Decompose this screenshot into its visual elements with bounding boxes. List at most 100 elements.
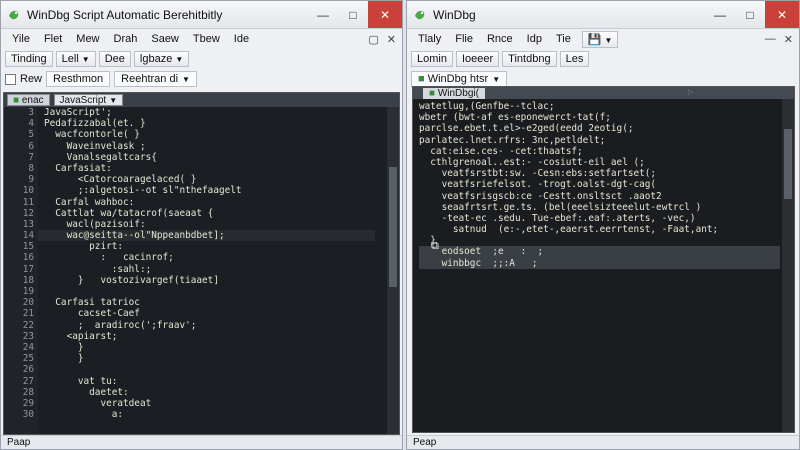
toolbar-button-tinding[interactable]: Tinding [5, 51, 53, 67]
title-bar[interactable]: WinDbg — □ ✕ [407, 1, 799, 29]
code-line[interactable]: vat tu: [44, 376, 387, 387]
toolbar-button-dee[interactable]: Dee [98, 51, 131, 67]
scrollbar-thumb[interactable] [784, 129, 792, 199]
tab-reehtran[interactable]: Reehtran di ▼ [114, 71, 197, 87]
checkbox-label: Rew [20, 73, 43, 85]
menu-close-icon[interactable]: ✕ [784, 33, 793, 46]
maximize-button[interactable]: □ [338, 1, 368, 28]
vertical-scrollbar[interactable] [782, 99, 794, 432]
code-editor[interactable]: ■ enac JavaScript ▼ 3 4 5 6 7 8 9 10 11 12 13 14 15 16… [3, 92, 400, 435]
toolbar-button-lomin[interactable]: Lomin [411, 51, 453, 67]
menu-edit[interactable]: Flie [448, 33, 480, 45]
toolbar-button-lell[interactable]: Lell ▼ [55, 51, 96, 67]
code-line[interactable]: JavaScript'; [44, 107, 387, 118]
code-line[interactable]: Carfal wahboc: [44, 197, 387, 208]
code-line[interactable]: a: [44, 409, 387, 420]
maximize-button[interactable]: □ [735, 1, 765, 28]
output-line[interactable]: veatfsrisgscb:ce -Cestt.onsltsct .aaot2 [419, 191, 780, 202]
code-line[interactable]: Carfasiat: [44, 163, 387, 174]
code-line[interactable]: : cacinrof; [44, 252, 387, 263]
output-line[interactable]: parclse.ebet.t.el>-e2ged(eedd 2eotig(; [419, 123, 780, 134]
code-line[interactable]: :sahl:; [44, 264, 387, 275]
menu-bar: Tlaly Flie Rnce Idp Tie 💾 ▼ — ✕ [407, 29, 799, 49]
checkbox[interactable] [5, 73, 16, 85]
chevron-down-icon: ▼ [492, 75, 501, 84]
output-line[interactable]: seaafrtsrt.ge.ts. (bel(eeelsizteeelut-ew… [419, 202, 780, 213]
output-line[interactable]: cthlgrenoal..est:- -cosiutt-eil ael (; [419, 157, 780, 168]
chevron-down-icon: ▼ [175, 55, 184, 64]
command-tab[interactable]: ■ WinDbgi( [423, 87, 485, 99]
title-bar[interactable]: WinDbg Script Automatic Berehitbitly — □… [1, 1, 402, 29]
vertical-scrollbar[interactable] [387, 107, 399, 434]
menu-file[interactable]: Yile [5, 33, 37, 45]
code-line[interactable]: wac@seitta--ol"Nppeanbdbet]; [44, 230, 387, 241]
menu-view[interactable]: Rnce [480, 33, 520, 45]
tab-resthmon[interactable]: Resthmon [46, 71, 111, 87]
code-line[interactable] [44, 364, 387, 375]
code-line[interactable] [44, 286, 387, 297]
code-line[interactable]: wacfcontorle( } [44, 129, 387, 140]
code-line[interactable]: } vostozivargef(tiaaet] [44, 275, 387, 286]
code-line[interactable]: cacset-Caef [44, 308, 387, 319]
scrollbar-thumb[interactable] [389, 167, 397, 287]
output-line[interactable]: winbbgc ;;:A ; [419, 257, 780, 269]
editor-tab-enac[interactable]: ■ enac [7, 94, 50, 106]
menu-tools[interactable]: Tbew [186, 33, 227, 45]
code-line[interactable]: wacl(pazisoif: [44, 219, 387, 230]
code-line[interactable]: } [44, 353, 387, 364]
menu-close-icon[interactable]: ✕ [387, 33, 396, 46]
code-area[interactable]: 3 4 5 6 7 8 9 10 11 12 13 14 15 16 17 18 19 20 21 22 23 24 25 2… [4, 107, 387, 434]
code-line[interactable]: Waveinvelask ; [44, 141, 387, 152]
code-line[interactable]: veratdeat [44, 398, 387, 409]
minimize-button[interactable]: — [308, 1, 338, 28]
output-line[interactable]: wbetr (bwt-af es-eponewerct-tat(f; [419, 112, 780, 123]
menu-search[interactable]: Saew [144, 33, 186, 45]
code-line[interactable]: ; aradiroc(';fraav'; [44, 320, 387, 331]
menu-edit[interactable]: Flet [37, 33, 69, 45]
menu-debug[interactable]: Drah [107, 33, 145, 45]
output-line[interactable]: satnud (e:-,etet-,eaerst.eerrtenst, -Faa… [419, 224, 780, 235]
code-line[interactable]: } [44, 342, 387, 353]
close-button[interactable]: ✕ [368, 1, 402, 28]
output-line[interactable]: parlatec.lnet.rfrs: 3nc,petldelt; [419, 135, 780, 146]
menu-ide[interactable]: Ide [227, 33, 256, 45]
code-lines[interactable]: JavaScript'; Pedafizzabal(et. } wacfconto… [44, 107, 387, 434]
line-number: 27 [22, 375, 34, 387]
minimize-button[interactable]: — [705, 1, 735, 28]
code-line[interactable]: pzirt: [44, 241, 387, 252]
toolbar-button-les[interactable]: Les [559, 51, 590, 67]
command-output[interactable]: ■ WinDbgi( ▷ watetlug,(Genfbe--tclac; wbe… [412, 86, 795, 433]
output-line[interactable]: watetlug,(Genfbe--tclac; [419, 101, 780, 112]
menu-view[interactable]: Mew [69, 33, 106, 45]
toolbar-save-button[interactable]: 💾 ▼ [581, 30, 619, 48]
menu-file[interactable]: Tlaly [411, 33, 448, 45]
command-output-lines[interactable]: watetlug,(Genfbe--tclac; wbetr (bwt-af es… [419, 101, 780, 269]
output-line[interactable]: -teat-ec .sedu. Tue-ebef:.eaf:.aterts, -… [419, 213, 780, 224]
code-line[interactable]: <Catorcoaragelaced( } [44, 174, 387, 185]
toolbar-button-ioeeer[interactable]: Ioeeer [455, 51, 500, 67]
output-line[interactable]: veatfsriefelsot. -trogt.oalst-dgt-cag( [419, 179, 780, 190]
menu-minimize-icon[interactable]: — [765, 33, 776, 46]
toolbar-button-lgbaze[interactable]: lgbaze ▼ [133, 51, 190, 67]
line-number: 20 [22, 297, 34, 309]
menu-restore-icon[interactable]: ▢ [368, 33, 378, 46]
code-line[interactable]: Pedafizzabal(et. } [44, 118, 387, 129]
target-selector[interactable]: ■ WinDbg htsr ▼ [411, 71, 508, 87]
close-button[interactable]: ✕ [765, 1, 799, 28]
line-number: 18 [22, 274, 34, 286]
editor-tab-javascript[interactable]: JavaScript ▼ [53, 94, 124, 106]
editor-tab-icon: ■ [13, 95, 22, 106]
code-line[interactable]: Vanalsegaltcars{ [44, 152, 387, 163]
output-line[interactable]: eodsoet ;e : ; [419, 246, 780, 258]
code-line[interactable]: daetet: [44, 387, 387, 398]
output-line[interactable]: } [419, 235, 780, 246]
menu-help[interactable]: Idp [520, 33, 549, 45]
output-line[interactable]: cat:eise.ces- -cet:thaatsf; [419, 146, 780, 157]
code-line[interactable]: Cattlat wa/tatacrof(saeaat { [44, 208, 387, 219]
output-line[interactable]: veatfsrstbt:sw. -Cesn:ebs:setfartset(; [419, 168, 780, 179]
code-line[interactable]: <apiarst; [44, 331, 387, 342]
toolbar-button-tintdbng[interactable]: Tintdbng [502, 51, 557, 67]
code-line[interactable]: Carfasi tatrioc [44, 297, 387, 308]
menu-tie[interactable]: Tie [549, 33, 578, 45]
code-line[interactable]: ;:algetosi--ot sl"nthefaagelt [44, 185, 387, 196]
